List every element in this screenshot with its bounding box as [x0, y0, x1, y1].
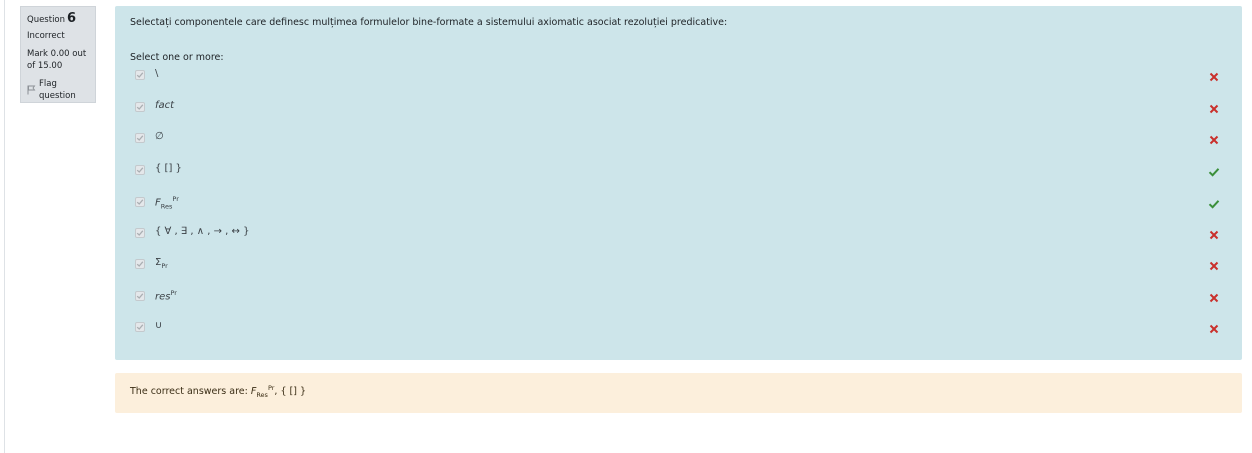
- answer-option-sup: Pr: [172, 195, 179, 203]
- cross-icon: [1208, 131, 1220, 145]
- check-icon: [1208, 163, 1220, 177]
- grade-line-1: Mark 0.00 out: [27, 49, 87, 59]
- answer-option: FResPr: [135, 194, 1220, 210]
- answer-option-sub: Res: [160, 202, 173, 211]
- cross-icon: [1208, 257, 1220, 271]
- cross-icon: [1208, 289, 1220, 303]
- answer-option: \: [135, 67, 1220, 83]
- cross-icon: [1208, 68, 1220, 82]
- answer-option-label: resPr: [155, 289, 177, 302]
- answer-option: fact: [135, 99, 1220, 115]
- answer-option: { ∀ , ∃ , ∧ , → , ↔ }: [135, 225, 1220, 241]
- cross-icon: [1208, 100, 1220, 114]
- question-label: Question: [27, 15, 66, 25]
- cross-icon: [1208, 320, 1220, 334]
- answer-option: ΣPr: [135, 256, 1220, 272]
- answer-option-main: ∅: [155, 131, 164, 142]
- answer-option-label: \: [155, 68, 158, 79]
- answer-option-main: { ∀ , ∃ , ∧ , → , ↔ }: [155, 226, 250, 237]
- answer-option-main: { [] }: [155, 163, 182, 174]
- grade-line-2: of 15.00: [27, 61, 63, 71]
- answer-option-label: fact: [155, 100, 174, 111]
- page-border: [4, 0, 5, 453]
- answer-checkbox[interactable]: [135, 259, 145, 269]
- question-info-panel: Question 6 Incorrect Mark 0.00 out of 15.…: [20, 6, 96, 103]
- question-number: Question 6: [27, 12, 89, 27]
- check-icon: [1208, 195, 1220, 209]
- question-grade: Mark 0.00 out of 15.00: [27, 48, 89, 72]
- right-answer-2: { [] }: [280, 386, 307, 398]
- question-text: Selectați componentele care definesc mul…: [130, 17, 728, 28]
- right-answer-text: The correct answers are: FResPr, { [] }: [130, 384, 306, 399]
- answer-option: resPr: [135, 288, 1220, 304]
- answer-option-label: ΣPr: [155, 257, 168, 270]
- flag-question-link[interactable]: Flag question: [27, 78, 89, 102]
- answer-checkbox[interactable]: [135, 133, 145, 143]
- question-number-value: 6: [67, 11, 77, 26]
- right-answer-1-sub: Res: [256, 391, 268, 400]
- answer-option: ∅: [135, 130, 1220, 146]
- right-answer-prefix: The correct answers are:: [130, 386, 251, 398]
- answer-checkbox[interactable]: [135, 322, 145, 332]
- answer-option-sub: Pr: [161, 262, 168, 270]
- answer-option-sup: Pr: [170, 289, 177, 297]
- answer-option: ∪: [135, 319, 1220, 335]
- answer-checkbox[interactable]: [135, 70, 145, 80]
- answer-option: { [] }: [135, 162, 1220, 178]
- right-answer-panel: The correct answers are: FResPr, { [] }: [115, 373, 1242, 413]
- answer-option-label: { [] }: [155, 163, 182, 174]
- answer-option-label: ∅: [155, 131, 164, 142]
- answer-option-main: res: [155, 291, 171, 303]
- answer-option-main: fact: [155, 100, 175, 111]
- answer-option-label: ∪: [155, 320, 162, 331]
- answer-prompt: Select one or more:: [130, 52, 224, 63]
- answer-checkbox[interactable]: [135, 197, 145, 207]
- answer-checkbox[interactable]: [135, 291, 145, 301]
- flag-question-label: Flag question: [39, 79, 76, 101]
- answer-checkbox[interactable]: [135, 228, 145, 238]
- answer-option-main: \: [155, 68, 159, 79]
- question-state: Incorrect: [27, 31, 65, 41]
- answer-option-label: { ∀ , ∃ , ∧ , → , ↔ }: [155, 226, 249, 237]
- cross-icon: [1208, 226, 1220, 240]
- question-formulation: Selectați componentele care definesc mul…: [115, 6, 1242, 360]
- flag-icon: [27, 85, 36, 95]
- answer-option-main: ∪: [155, 320, 163, 331]
- answer-checkbox[interactable]: [135, 165, 145, 175]
- answer-checkbox[interactable]: [135, 102, 145, 112]
- answer-option-label: FResPr: [155, 195, 179, 210]
